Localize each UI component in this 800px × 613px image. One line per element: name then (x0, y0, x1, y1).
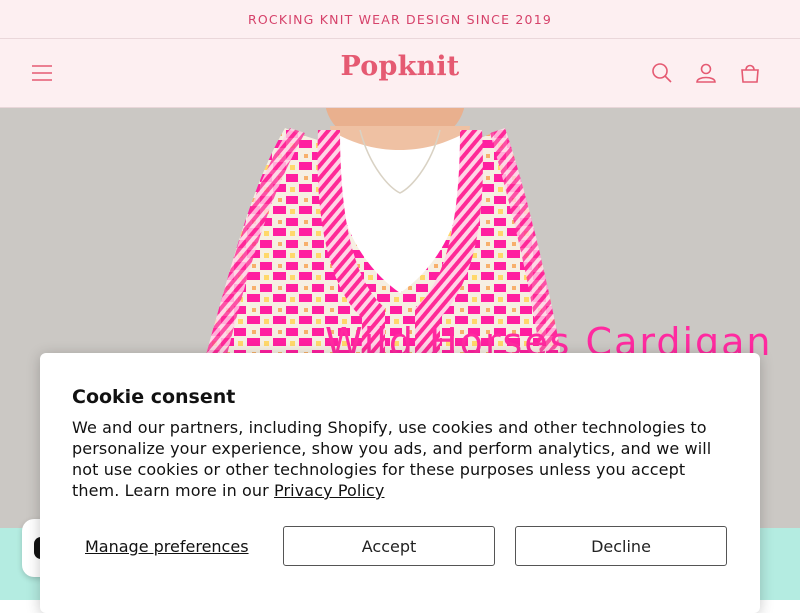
decline-button[interactable]: Decline (515, 526, 727, 566)
cart-icon (741, 64, 759, 83)
search-icon (652, 63, 672, 83)
cookie-title: Cookie consent (72, 386, 236, 408)
site-logo[interactable]: Popknit (0, 51, 800, 82)
manage-preferences-link[interactable]: Manage preferences (85, 537, 249, 556)
cookie-body: We and our partners, including Shopify, … (72, 417, 734, 501)
account-button[interactable] (691, 58, 721, 88)
cart-button[interactable] (735, 58, 765, 88)
account-icon (696, 63, 716, 83)
announcement-text: ROCKING KNIT WEAR DESIGN SINCE 2019 (248, 11, 552, 27)
accept-button[interactable]: Accept (283, 526, 495, 566)
cookie-body-text: We and our partners, including Shopify, … (72, 418, 712, 500)
privacy-policy-link[interactable]: Privacy Policy (274, 481, 384, 500)
search-button[interactable] (647, 58, 677, 88)
site-header: Popknit (0, 39, 800, 108)
announcement-bar: ROCKING KNIT WEAR DESIGN SINCE 2019 (0, 0, 800, 39)
cookie-consent-dialog: Cookie consent We and our partners, incl… (40, 353, 760, 613)
